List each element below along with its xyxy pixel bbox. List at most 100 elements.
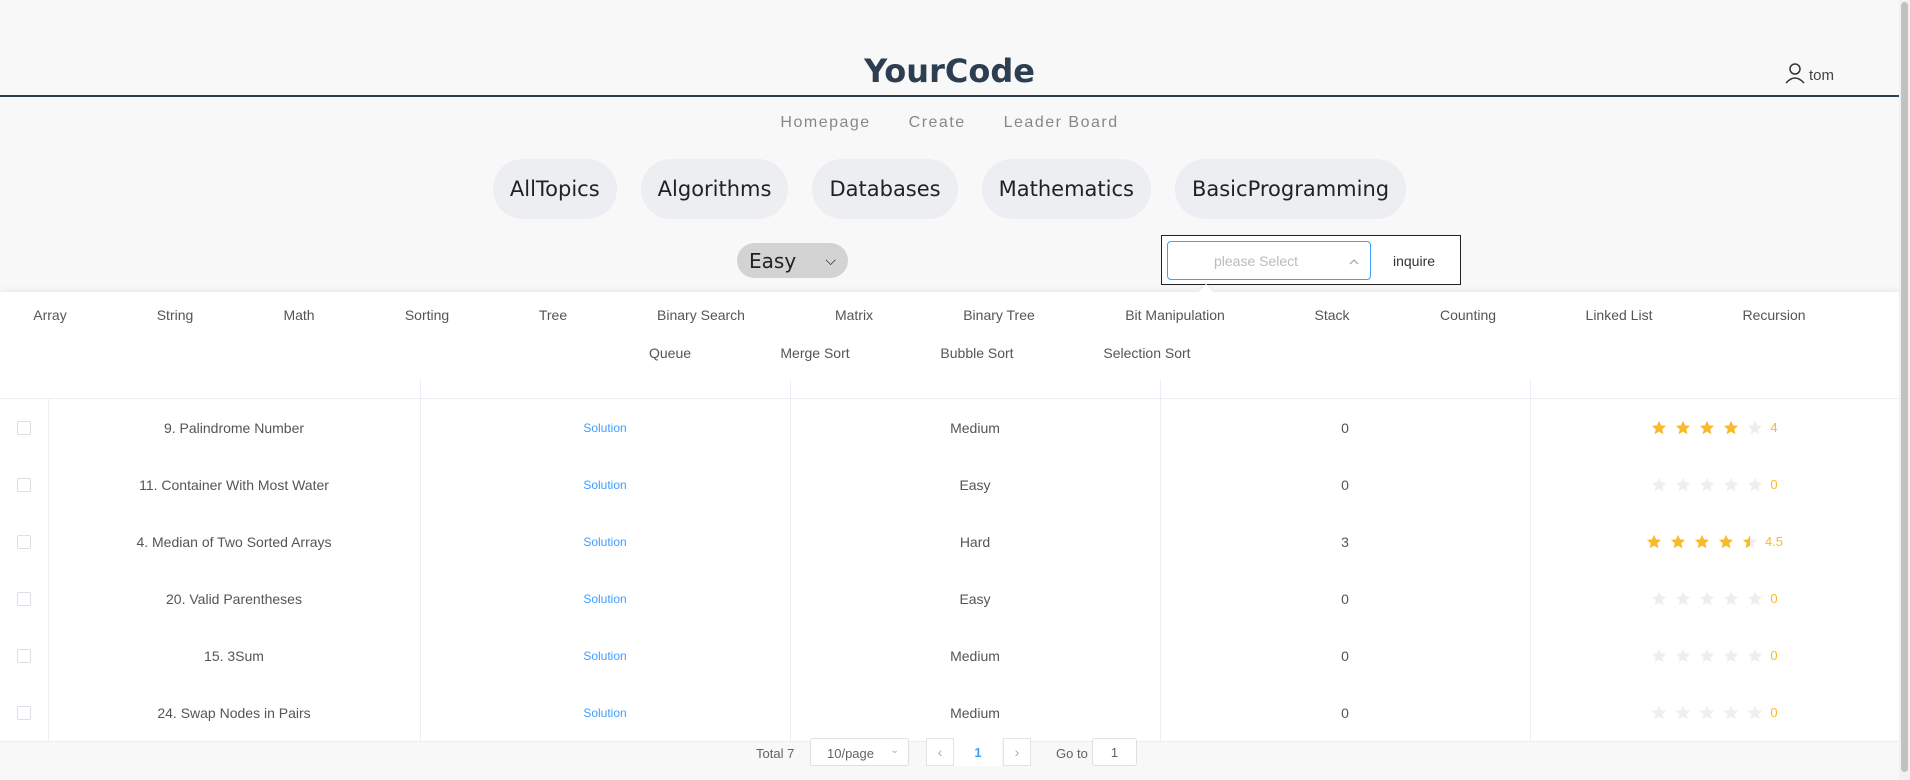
solution-link[interactable]: Solution — [583, 421, 626, 435]
star-icon[interactable] — [1747, 705, 1763, 721]
problem-difficulty: Hard — [959, 533, 991, 550]
prev-page-button[interactable]: ‹ — [926, 738, 954, 766]
topic-all-topics[interactable]: AllTopics — [492, 159, 617, 219]
problem-difficulty: Easy — [959, 590, 991, 607]
topic-mathematics[interactable]: Mathematics — [981, 159, 1151, 219]
scrollbar-thumb[interactable] — [1901, 2, 1908, 772]
next-page-button[interactable]: › — [1003, 738, 1031, 766]
page-size-value: 10/page — [827, 746, 874, 761]
tag-option-string[interactable]: String — [157, 307, 194, 323]
star-icon[interactable] — [1675, 705, 1691, 721]
star-icon[interactable] — [1723, 477, 1739, 493]
star-icon[interactable] — [1651, 648, 1667, 664]
rating-stars[interactable]: 0 — [1651, 477, 1778, 493]
star-icon[interactable] — [1699, 705, 1715, 721]
tag-option-bubble-sort[interactable]: Bubble Sort — [940, 345, 1013, 361]
star-icon[interactable] — [1723, 591, 1739, 607]
nav-leader-board[interactable]: Leader Board — [1004, 114, 1119, 131]
tag-option-recursion[interactable]: Recursion — [1742, 307, 1805, 323]
chevron-down-icon: ⌄ — [890, 745, 899, 756]
username: tom — [1809, 67, 1835, 84]
tag-option-bit-manipulation[interactable]: Bit Manipulation — [1125, 307, 1225, 323]
topic-algorithms[interactable]: Algorithms — [640, 159, 789, 219]
tag-option-sorting[interactable]: Sorting — [405, 307, 449, 323]
page-size-select[interactable]: 10/page ⌄ — [810, 738, 909, 766]
star-icon[interactable] — [1694, 534, 1710, 550]
star-icon[interactable] — [1699, 591, 1715, 607]
star-icon[interactable] — [1675, 420, 1691, 436]
star-icon[interactable] — [1651, 705, 1667, 721]
problem-title[interactable]: 11. Container With Most Water — [48, 456, 420, 513]
rating-stars[interactable]: 0 — [1651, 591, 1778, 607]
row-checkbox[interactable] — [17, 477, 31, 492]
star-icon[interactable] — [1747, 420, 1763, 436]
star-icon[interactable] — [1699, 477, 1715, 493]
tag-option-binary-tree[interactable]: Binary Tree — [963, 307, 1035, 323]
header-divider — [0, 95, 1899, 97]
rating-stars[interactable]: 4.5 — [1646, 534, 1783, 550]
star-icon[interactable] — [1718, 534, 1734, 550]
tag-option-counting[interactable]: Counting — [1440, 307, 1496, 323]
rating-stars[interactable]: 0 — [1651, 648, 1778, 664]
tag-option-math[interactable]: Math — [283, 307, 314, 323]
problem-title[interactable]: 24. Swap Nodes in Pairs — [48, 684, 420, 741]
nav-create[interactable]: Create — [909, 114, 966, 131]
row-checkbox[interactable] — [17, 648, 31, 663]
goto-page-input[interactable]: 1 — [1092, 738, 1137, 766]
rating-value: 0 — [1770, 591, 1778, 606]
problem-title[interactable]: 4. Median of Two Sorted Arrays — [48, 513, 420, 570]
star-icon[interactable] — [1651, 477, 1667, 493]
row-checkbox[interactable] — [17, 534, 31, 549]
tag-option-selection-sort[interactable]: Selection Sort — [1103, 345, 1190, 361]
rating-value: 4.5 — [1764, 534, 1784, 549]
topic-databases[interactable]: Databases — [812, 159, 958, 219]
star-icon[interactable] — [1670, 534, 1686, 550]
star-icon[interactable] — [1675, 477, 1691, 493]
solution-link[interactable]: Solution — [583, 535, 626, 549]
star-icon[interactable] — [1651, 591, 1667, 607]
rating-stars[interactable]: 4 — [1651, 420, 1778, 436]
star-icon[interactable] — [1747, 477, 1763, 493]
problem-title[interactable]: 20. Valid Parentheses — [48, 570, 420, 627]
star-icon[interactable] — [1747, 591, 1763, 607]
row-checkbox[interactable] — [17, 591, 31, 606]
tag-option-merge-sort[interactable]: Merge Sort — [780, 345, 849, 361]
inquire-button[interactable]: inquire — [1376, 241, 1452, 280]
page-scrollbar[interactable] — [1899, 0, 1910, 780]
page-number-current[interactable]: 1 — [954, 738, 1002, 766]
table-row: 4. Median of Two Sorted Arrays Solution Ha… — [0, 513, 1899, 571]
tag-option-linked-list[interactable]: Linked List — [1586, 307, 1653, 323]
star-icon[interactable] — [1747, 648, 1763, 664]
star-icon[interactable] — [1742, 534, 1758, 550]
star-icon[interactable] — [1723, 420, 1739, 436]
star-icon[interactable] — [1723, 705, 1739, 721]
row-checkbox[interactable] — [17, 705, 31, 720]
solution-link[interactable]: Solution — [583, 478, 626, 492]
star-icon[interactable] — [1675, 591, 1691, 607]
tag-option-queue[interactable]: Queue — [649, 345, 691, 361]
tag-option-matrix[interactable]: Matrix — [835, 307, 873, 323]
table-row: 9. Palindrome Number Solution Medium 0 4 — [0, 399, 1899, 457]
star-icon[interactable] — [1675, 648, 1691, 664]
rating-stars[interactable]: 0 — [1651, 705, 1778, 721]
difficulty-select[interactable]: Easy ⌵ — [737, 243, 848, 278]
problem-title[interactable]: 9. Palindrome Number — [48, 399, 420, 456]
tag-option-array[interactable]: Array — [33, 307, 66, 323]
topic-basic-programming[interactable]: BasicProgramming — [1174, 159, 1407, 219]
star-icon[interactable] — [1699, 648, 1715, 664]
nav-homepage[interactable]: Homepage — [780, 114, 870, 131]
solution-link[interactable]: Solution — [583, 706, 626, 720]
tag-option-stack[interactable]: Stack — [1314, 307, 1349, 323]
problem-title[interactable]: 15. 3Sum — [48, 627, 420, 684]
tag-option-binary-search[interactable]: Binary Search — [657, 307, 745, 323]
tag-select[interactable]: please Select — [1167, 241, 1371, 280]
star-icon[interactable] — [1651, 420, 1667, 436]
star-icon[interactable] — [1723, 648, 1739, 664]
tag-option-tree[interactable]: Tree — [539, 307, 567, 323]
star-icon[interactable] — [1699, 420, 1715, 436]
user-menu[interactable]: tom — [1784, 62, 1834, 84]
star-icon[interactable] — [1646, 534, 1662, 550]
row-checkbox[interactable] — [17, 420, 31, 435]
solution-link[interactable]: Solution — [583, 592, 626, 606]
solution-link[interactable]: Solution — [583, 649, 626, 663]
